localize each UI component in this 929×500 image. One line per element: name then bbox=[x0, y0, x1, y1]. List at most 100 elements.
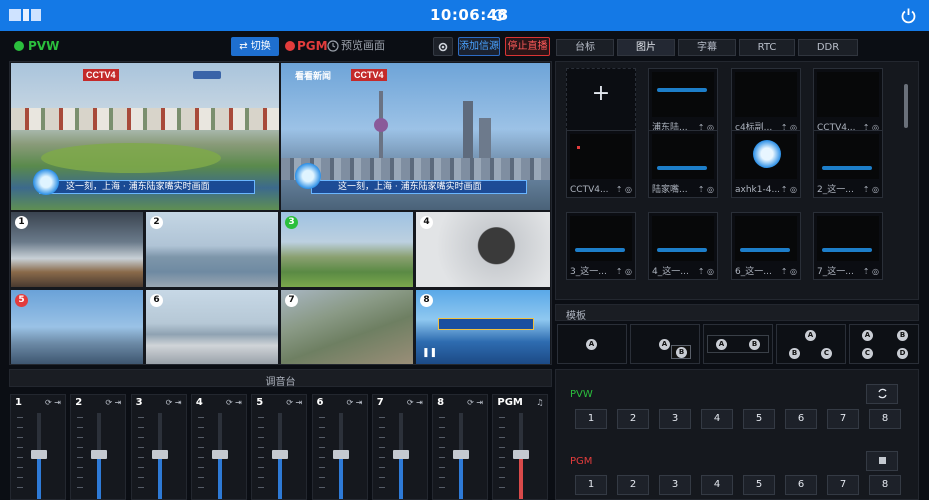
fader-tick bbox=[318, 457, 325, 458]
pvw-button-7[interactable]: 7 bbox=[827, 409, 859, 429]
template-pip[interactable]: A B bbox=[630, 324, 700, 364]
power-icon[interactable] bbox=[900, 7, 917, 24]
pgm-button-8[interactable]: 8 bbox=[869, 475, 901, 495]
gallery-tile[interactable]: 4_这一... ⇡ ◎ bbox=[648, 212, 718, 280]
monitor-icon[interactable]: ⟳ ⇥ bbox=[105, 398, 121, 407]
fader-track[interactable] bbox=[31, 413, 47, 499]
swap-icon bbox=[877, 388, 887, 399]
source-3[interactable]: 3 bbox=[281, 212, 413, 287]
gallery-tile[interactable]: CCTV4... ⇡ ◎ bbox=[566, 130, 636, 198]
pvw-caption: 这一刻，上海 · 浦东陆家嘴实时画面 bbox=[39, 180, 255, 194]
source-4[interactable]: 4 bbox=[416, 212, 550, 287]
pgm-button-7[interactable]: 7 bbox=[827, 475, 859, 495]
tab-subtitles[interactable]: 字幕 bbox=[678, 39, 736, 56]
monitor-icon[interactable]: ⟳ ⇥ bbox=[166, 398, 182, 407]
monitor-icon[interactable]: ⟳ ⇥ bbox=[286, 398, 302, 407]
fader-knob[interactable] bbox=[453, 450, 470, 459]
pgm-button-1[interactable]: 1 bbox=[575, 475, 607, 495]
fader-knob[interactable] bbox=[272, 450, 289, 459]
source-7[interactable]: 7 bbox=[281, 290, 413, 364]
stop-live-button[interactable]: 停止直播 bbox=[505, 37, 550, 56]
gallery-tile[interactable]: CCTV4... ⇡ ◎ bbox=[813, 68, 883, 136]
template-abc[interactable]: A B C bbox=[776, 324, 846, 364]
gallery-tile[interactable]: c4标副... ⇡ ◎ bbox=[731, 68, 801, 136]
fader-knob[interactable] bbox=[332, 450, 349, 459]
fader-track[interactable] bbox=[392, 413, 409, 499]
gallery-tile[interactable]: 7_这一... ⇡ ◎ bbox=[813, 212, 883, 280]
template-abcd[interactable]: A B C D bbox=[849, 324, 919, 364]
fader-knob[interactable] bbox=[211, 450, 228, 459]
channel-label: 3 bbox=[135, 397, 143, 408]
fader-tick bbox=[137, 447, 144, 448]
fader-track[interactable] bbox=[453, 413, 470, 499]
pvw-button-3[interactable]: 3 bbox=[659, 409, 691, 429]
pgm-button-2[interactable]: 2 bbox=[617, 475, 649, 495]
source-8[interactable]: 8 ❚❚ bbox=[416, 290, 550, 364]
fader-track[interactable] bbox=[513, 413, 530, 499]
pvw-button-1[interactable]: 1 bbox=[575, 409, 607, 429]
gallery-tile[interactable]: 陆家嘴... ⇡ ◎ bbox=[648, 130, 718, 198]
fader-knob[interactable] bbox=[392, 450, 409, 459]
pgm-button-6[interactable]: 6 bbox=[785, 475, 817, 495]
mixer-channel: 3 ⟳ ⇥ bbox=[130, 394, 187, 500]
switch-button[interactable]: ⇄ 切换 bbox=[231, 37, 279, 56]
fader-knob[interactable] bbox=[91, 450, 108, 459]
headphone-icon[interactable]: ♫ bbox=[536, 398, 543, 407]
monitor-icon[interactable]: ⟳ ⇥ bbox=[347, 398, 363, 407]
refresh-icon[interactable] bbox=[492, 8, 506, 22]
gallery-tile[interactable]: 2_这一... ⇡ ◎ bbox=[813, 130, 883, 198]
monitor-icon[interactable]: ⟳ ⇥ bbox=[226, 398, 242, 407]
tab-ddr[interactable]: DDR bbox=[798, 39, 858, 56]
pvw-button-6[interactable]: 6 bbox=[785, 409, 817, 429]
add-image-tile[interactable]: + bbox=[566, 68, 636, 136]
pvw-button-4[interactable]: 4 bbox=[701, 409, 733, 429]
mixer-header: 调音台 bbox=[9, 369, 552, 388]
pause-icon[interactable]: ❚❚ bbox=[422, 348, 437, 358]
tab-images[interactable]: 图片 bbox=[617, 39, 675, 56]
pgm-button-5[interactable]: 5 bbox=[743, 475, 775, 495]
fader-knob[interactable] bbox=[513, 450, 530, 459]
tab-rtc[interactable]: RTC bbox=[739, 39, 795, 56]
pgm-button-4[interactable]: 4 bbox=[701, 475, 733, 495]
gear-icon bbox=[438, 42, 448, 52]
fader-tick bbox=[197, 467, 204, 468]
fader-tick bbox=[197, 417, 204, 418]
gallery-scrollbar[interactable] bbox=[904, 84, 908, 128]
source-2[interactable]: 2 bbox=[146, 212, 278, 287]
fader-tick bbox=[378, 417, 385, 418]
pvw-button-2[interactable]: 2 bbox=[617, 409, 649, 429]
fader-track[interactable] bbox=[151, 413, 168, 499]
pgm-button-3[interactable]: 3 bbox=[659, 475, 691, 495]
fader-track[interactable] bbox=[272, 413, 289, 499]
settings-button[interactable] bbox=[433, 37, 453, 56]
fader-knob[interactable] bbox=[31, 450, 47, 459]
fader-track[interactable] bbox=[211, 413, 228, 499]
fader-knob[interactable] bbox=[151, 450, 168, 459]
template-a[interactable]: A bbox=[557, 324, 627, 364]
template-ab[interactable]: A B bbox=[703, 324, 773, 364]
gallery-tile[interactable]: 3_这一... ⇡ ◎ bbox=[566, 212, 636, 280]
monitor-icon[interactable]: ⟳ ⇥ bbox=[467, 398, 483, 407]
tab-logo[interactable]: 台标 bbox=[556, 39, 614, 56]
pvw-button-8[interactable]: 8 bbox=[869, 409, 901, 429]
monitor-icon[interactable]: ⟳ ⇥ bbox=[45, 398, 61, 407]
broadcaster-logo bbox=[193, 71, 221, 79]
source-5[interactable]: 5 bbox=[11, 290, 143, 364]
source-6[interactable]: 6 bbox=[146, 290, 278, 364]
gallery-tile[interactable]: 6_这一... ⇡ ◎ bbox=[731, 212, 801, 280]
gallery-tile[interactable]: axhk1-4... ⇡ ◎ bbox=[731, 130, 801, 198]
fader-track[interactable] bbox=[91, 413, 108, 499]
add-source-button[interactable]: 添加信源 bbox=[458, 37, 500, 56]
monitor-icon[interactable]: ⟳ ⇥ bbox=[407, 398, 423, 407]
gallery-tile[interactable]: 浦东陆... ⇡ ◎ bbox=[648, 68, 718, 136]
preview-label: 预览画面 bbox=[341, 39, 385, 52]
swap-button[interactable] bbox=[866, 384, 898, 404]
fader-tick bbox=[137, 467, 144, 468]
pvw-monitor[interactable]: CCTV4 这一刻，上海 · 浦东陆家嘴实时画面 bbox=[11, 63, 279, 210]
fader-tick bbox=[318, 417, 325, 418]
pgm-cut-button[interactable] bbox=[866, 451, 898, 471]
source-1[interactable]: 1 bbox=[11, 212, 143, 287]
pvw-button-5[interactable]: 5 bbox=[743, 409, 775, 429]
fader-track[interactable] bbox=[332, 413, 349, 499]
pgm-monitor[interactable]: 看看新闻 CCTV4 这一刻，上海 · 浦东陆家嘴实时画面 bbox=[281, 63, 550, 210]
